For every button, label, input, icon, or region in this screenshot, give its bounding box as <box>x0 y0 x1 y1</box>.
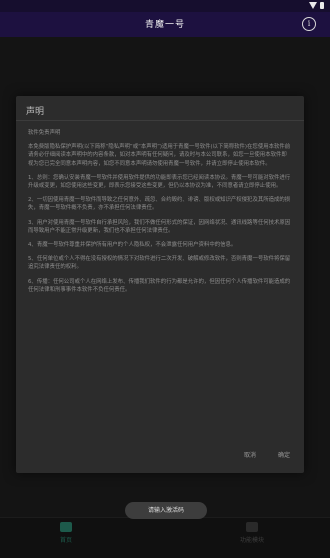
status-bar <box>0 0 330 12</box>
nav-item-home[interactable]: 首页 <box>60 522 72 544</box>
dialog-actions: 取消 确定 <box>244 450 290 459</box>
home-icon <box>60 522 72 532</box>
dialog-paragraph: 5、任何单位或个人不得在没有授权的情况下对软件进行二次开发、破解或修改软件，否则… <box>28 256 291 271</box>
app-title: 青魔一号 <box>144 20 185 30</box>
nav-item-modules[interactable]: 功能模块 <box>240 522 264 544</box>
dialog-paragraph: 1、总则：您确认安装青魔一号软件并使用软件提供的功能即表示您已经阅读本协议。青魔… <box>28 174 291 190</box>
bottom-nav: 首页 功能模块 <box>0 517 330 558</box>
status-icons <box>309 2 324 9</box>
dialog-paragraph: 6、传播：任何公司或个人在网络上发布、传播我们软件的行为都是允许的，但因任何个人… <box>28 278 291 293</box>
info-icon[interactable]: i <box>302 17 316 31</box>
dialog-paragraph: 软件免责声明 <box>28 130 61 136</box>
nav-modules-label: 功能模块 <box>240 537 265 544</box>
dialog-paragraph: 3、用户对使用青魔一号软件自行承担风险，我们不做任何形式的保证，因网络状况、通讯… <box>28 219 291 234</box>
wifi-icon <box>309 2 317 9</box>
dialog-paragraph: 2、一切因使用青魔一号软件而导致之任何意外、疏忽、合约毁约、诽谤、版权或知识产权… <box>28 197 291 212</box>
disclaimer-dialog: 声明 软件免责声明 本免费版隐私保护声明(以下简称“隐私声明”或“本声明”)适用… <box>16 96 304 473</box>
toast-message: 请输入激活码 <box>125 502 207 519</box>
nav-home-label: 首页 <box>60 537 73 544</box>
dialog-body: 软件免责声明 本免费版隐私保护声明(以下简称“隐私声明”或“本声明”)适用于青魔… <box>28 129 292 300</box>
dialog-title: 声明 <box>26 107 45 117</box>
app-bar: 青魔一号 i <box>0 12 330 37</box>
battery-icon <box>320 2 324 9</box>
dialog-paragraph: 本免费版隐私保护声明(以下简称“隐私声明”或“本声明”)适用于青魔一号软件(以下… <box>28 144 291 167</box>
grid-icon <box>246 522 258 532</box>
confirm-button[interactable]: 确定 <box>278 450 290 459</box>
dialog-divider <box>16 120 304 121</box>
dialog-paragraph: 4、青魔一号软件尊重并保护所有用户的个人隐私权，不会泄露任何用户资料中的信息。 <box>28 242 237 249</box>
cancel-button[interactable]: 取消 <box>244 450 256 459</box>
